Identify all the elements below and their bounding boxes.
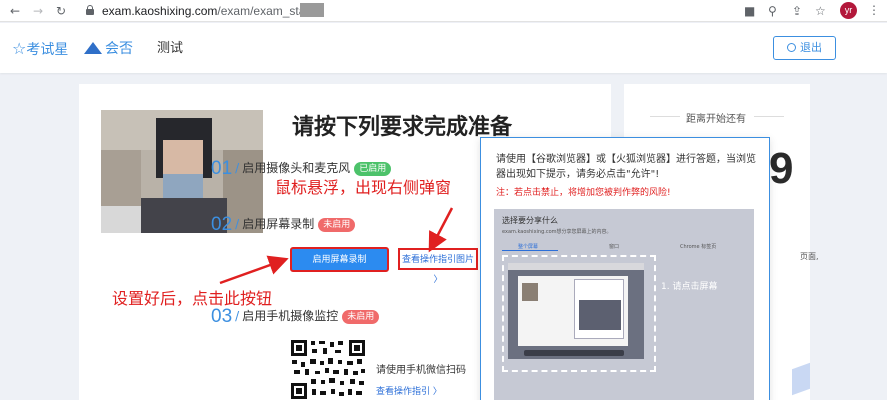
step-phone-camera: 03/启用手机摄像监控 未启用 — [211, 306, 380, 327]
search-icon[interactable]: ⚲ — [768, 3, 777, 19]
nav-item-test[interactable]: 测试 — [157, 39, 183, 59]
popup-instruction: 请使用【谷歌浏览器】或【火狐浏览器】进行答题，当浏览器出现如下提示，请务必点击"… — [496, 154, 756, 180]
exit-button[interactable]: 退出 — [773, 36, 836, 60]
share-icon[interactable]: ⇪ — [792, 3, 802, 19]
avatar[interactable]: yr — [840, 2, 857, 19]
share-tab-window: 窗口 — [609, 244, 620, 250]
redacted-url-segment — [300, 3, 324, 17]
step-label: 启用屏幕录制 — [242, 217, 315, 231]
share-dialog-title: 选择要分享什么 — [502, 216, 558, 225]
status-badge: 已启用 — [354, 162, 392, 176]
logo-1-text: 考试星 — [26, 42, 69, 58]
share-dialog-subtitle: exam.kaoshixing.com想分享您屏幕上的内容。 — [502, 229, 612, 235]
step-screen-recording: 02/启用屏幕录制 未启用 — [211, 214, 356, 235]
bookmark-star-icon[interactable]: ☆ — [815, 3, 826, 19]
countdown-digit: 9 — [769, 144, 794, 193]
status-badge: 未启用 — [318, 218, 356, 232]
start-screen-recording-button[interactable]: 启用屏幕录制 — [290, 247, 389, 272]
selection-dashed-frame — [502, 255, 656, 372]
logo-2-text: 会否 — [105, 41, 133, 57]
star-logo-icon: ☆ — [12, 39, 27, 58]
share-tab-chrome: Chrome 标签页 — [680, 244, 717, 250]
click-annotation: 设置好后，点击此按钮 — [112, 289, 273, 308]
browser-toolbar: ← → ↻ exam.kaoshixing.com/exam/exam_star… — [0, 0, 887, 22]
step-number: 02 — [211, 214, 233, 235]
screen-share-instruction-popup: 请使用【谷歌浏览器】或【火狐浏览器】进行答题，当浏览器出现如下提示，请务必点击"… — [480, 137, 770, 400]
status-badge: 未启用 — [342, 310, 380, 324]
view-guide-link[interactable]: 查看操作指引 〉 — [376, 384, 442, 397]
page-title: 请按下列要求完成准备 — [292, 115, 513, 140]
lock-icon[interactable] — [86, 5, 94, 15]
share-hint: 1. 请点击屏幕 — [661, 282, 718, 292]
more-icon[interactable]: ⋮ — [868, 3, 880, 17]
wechat-qr-code — [290, 339, 366, 400]
triangle-logo-icon — [84, 42, 102, 54]
url-domain: exam.kaoshixing.com — [102, 4, 218, 18]
popup-warning: 注：若点击禁止，将增加您被判作弊的风险! — [496, 188, 671, 198]
site-header: ☆考试星 会否 测试 退出 — [0, 23, 887, 73]
countdown-label: 距离开始还有 — [686, 114, 746, 125]
step-number: 03 — [211, 306, 233, 327]
forward-icon[interactable]: → — [33, 3, 43, 19]
share-dialog-screenshot: 选择要分享什么 exam.kaoshixing.com想分享您屏幕上的内容。 整… — [494, 209, 754, 400]
step-label: 启用摄像头和麦克风 — [242, 161, 351, 175]
side-text: 页面, — [800, 252, 819, 261]
hover-annotation: 鼠标悬浮，出现右侧弹窗 — [275, 178, 452, 197]
back-icon[interactable]: ← — [10, 3, 20, 19]
step-camera-mic: 01/启用摄像头和麦克风 已启用 — [211, 158, 392, 179]
reload-icon[interactable]: ↻ — [56, 3, 66, 19]
view-guide-images-link[interactable]: 查看操作指引图片 〉 — [398, 248, 478, 285]
step-label: 启用手机摄像监控 — [242, 309, 339, 323]
exit-label: 退出 — [800, 41, 822, 54]
company-logo: 会否 — [84, 39, 133, 59]
clock-icon — [787, 43, 796, 52]
camera-icon[interactable]: ■ — [744, 3, 755, 19]
address-bar[interactable]: exam.kaoshixing.com/exam/exam_start/ — [102, 3, 316, 19]
qr-instruction: 请使用手机微信扫码 — [376, 365, 466, 376]
step-number: 01 — [211, 158, 233, 179]
share-tab-entire-screen: 整个屏幕 — [518, 244, 539, 250]
kaoshixing-logo[interactable]: ☆考试星 — [12, 39, 68, 60]
